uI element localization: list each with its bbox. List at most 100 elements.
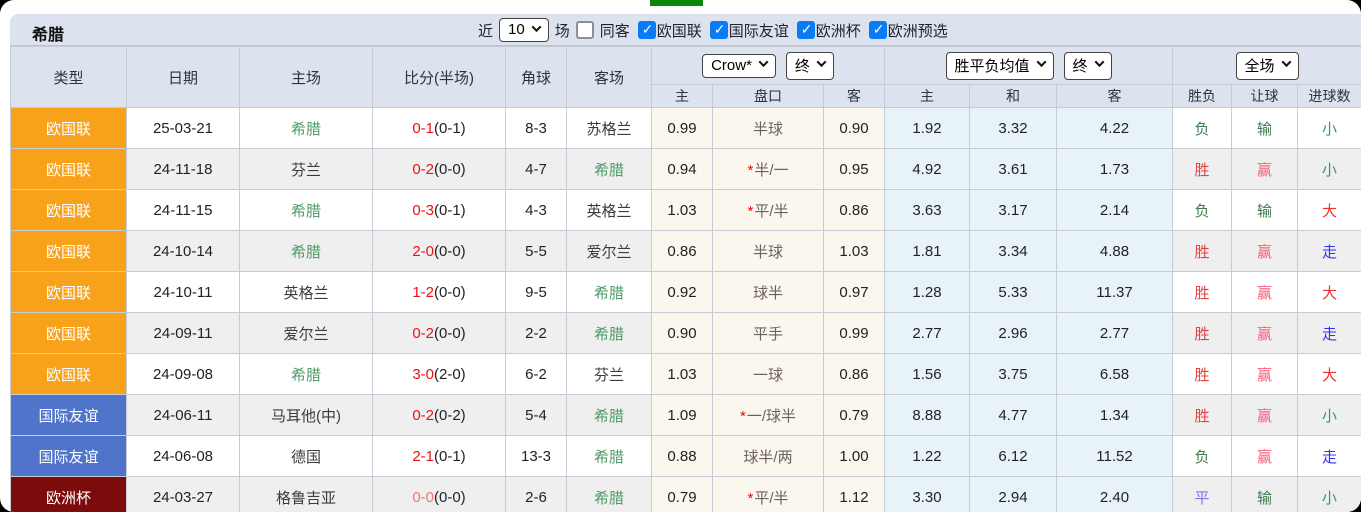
filter-checkbox-euro[interactable] <box>797 21 815 39</box>
avg-home-odds: 1.81 <box>885 231 970 272</box>
chevron-down-icon <box>816 57 826 67</box>
away-team: 希腊 <box>567 477 652 512</box>
corners-cell: 4-3 <box>506 190 567 231</box>
avg-draw-odds: 3.61 <box>970 149 1057 190</box>
subcol-handicap-home: 主 <box>652 85 713 108</box>
handicap-result-cell: 赢 <box>1232 354 1298 395</box>
result-cell: 平 <box>1173 477 1232 512</box>
same-opponent-label: 同客 <box>600 20 630 41</box>
handicap-line: *平/半 <box>713 190 824 231</box>
handicap-away-odds: 0.79 <box>824 395 885 436</box>
handicap-away-odds: 0.97 <box>824 272 885 313</box>
app-window: 希腊 近 10 场 同客 欧国联 国际友谊 欧洲杯 欧洲预选 <box>0 0 1361 512</box>
odds-time-select-1[interactable]: 终 <box>786 52 834 80</box>
home-team: 格鲁吉亚 <box>240 477 373 512</box>
same-opponent-checkbox[interactable] <box>576 21 594 39</box>
away-team: 希腊 <box>567 395 652 436</box>
goals-result-cell: 大 <box>1298 190 1361 231</box>
toolbar-controls: 近 10 场 同客 欧国联 国际友谊 欧洲杯 欧洲预选 <box>478 16 948 44</box>
goals-result-cell: 走 <box>1298 436 1361 477</box>
handicap-away-odds: 1.12 <box>824 477 885 512</box>
period-select[interactable]: 全场 <box>1236 52 1299 80</box>
league-badge: 欧国联 <box>11 149 127 190</box>
away-team: 希腊 <box>567 149 652 190</box>
away-team: 英格兰 <box>567 190 652 231</box>
match-date: 24-09-11 <box>127 313 240 354</box>
avg-draw-odds: 6.12 <box>970 436 1057 477</box>
league-badge: 国际友谊 <box>11 395 127 436</box>
corners-cell: 5-4 <box>506 395 567 436</box>
handicap-line: 一球 <box>713 354 824 395</box>
bookmaker-select[interactable]: Crow* <box>702 54 776 78</box>
handicap-home-odds: 1.03 <box>652 354 713 395</box>
filter-checkbox-friendly[interactable] <box>710 21 728 39</box>
partial-green-tab[interactable] <box>650 0 703 6</box>
avg-draw-odds: 2.94 <box>970 477 1057 512</box>
score-cell: 2-0(0-0) <box>373 231 506 272</box>
table-row: 国际友谊 24-06-08 德国 2-1(0-1) 13-3 希腊 0.88 球… <box>11 436 1361 477</box>
match-date: 24-06-11 <box>127 395 240 436</box>
recent-count-select[interactable]: 10 <box>499 18 549 42</box>
avg-draw-odds: 5.33 <box>970 272 1057 313</box>
avg-home-odds: 4.92 <box>885 149 970 190</box>
handicap-line: *平/半 <box>713 477 824 512</box>
chevron-down-icon <box>531 22 541 32</box>
result-cell: 胜 <box>1173 313 1232 354</box>
home-team: 芬兰 <box>240 149 373 190</box>
handicap-line: 球半/两 <box>713 436 824 477</box>
chevron-down-icon <box>1036 57 1046 67</box>
goals-result-cell: 大 <box>1298 272 1361 313</box>
corners-cell: 5-5 <box>506 231 567 272</box>
home-team: 马耳他(中) <box>240 395 373 436</box>
table-row: 欧国联 24-09-11 爱尔兰 0-2(0-0) 2-2 希腊 0.90 平手… <box>11 313 1361 354</box>
goals-result-cell: 大 <box>1298 354 1361 395</box>
result-cell: 负 <box>1173 436 1232 477</box>
goals-result-cell: 走 <box>1298 231 1361 272</box>
head-to-head-panel: 希腊 近 10 场 同客 欧国联 国际友谊 欧洲杯 欧洲预选 <box>0 14 1361 512</box>
corners-cell: 8-3 <box>506 108 567 149</box>
result-cell: 负 <box>1173 108 1232 149</box>
table-row: 欧国联 24-10-11 英格兰 1-2(0-0) 9-5 希腊 0.92 球半… <box>11 272 1361 313</box>
result-cell: 胜 <box>1173 272 1232 313</box>
handicap-line: *半/一 <box>713 149 824 190</box>
table-body: 欧国联 25-03-21 希腊 0-1(0-1) 8-3 苏格兰 0.99 半球… <box>11 108 1361 512</box>
table-row: 欧国联 24-11-18 芬兰 0-2(0-0) 4-7 希腊 0.94 *半/… <box>11 149 1361 190</box>
home-team: 希腊 <box>240 354 373 395</box>
corners-cell: 9-5 <box>506 272 567 313</box>
handicap-result-cell: 输 <box>1232 477 1298 512</box>
avg-draw-odds: 3.34 <box>970 231 1057 272</box>
match-date: 24-10-14 <box>127 231 240 272</box>
handicap-away-odds: 0.99 <box>824 313 885 354</box>
average-odds-select[interactable]: 胜平负均值 <box>946 52 1054 80</box>
handicap-away-odds: 1.00 <box>824 436 885 477</box>
league-badge: 欧国联 <box>11 272 127 313</box>
handicap-result-cell: 赢 <box>1232 436 1298 477</box>
goals-result-cell: 小 <box>1298 108 1361 149</box>
col-header-score: 比分(半场) <box>373 47 506 108</box>
corners-cell: 2-6 <box>506 477 567 512</box>
match-date: 25-03-21 <box>127 108 240 149</box>
avg-home-odds: 1.56 <box>885 354 970 395</box>
score-cell: 0-2(0-0) <box>373 149 506 190</box>
avg-home-odds: 8.88 <box>885 395 970 436</box>
filter-checkbox-nations-league[interactable] <box>638 21 656 39</box>
corners-cell: 13-3 <box>506 436 567 477</box>
handicap-away-odds: 0.95 <box>824 149 885 190</box>
avg-draw-odds: 3.17 <box>970 190 1057 231</box>
filter-checkbox-euro-qual[interactable] <box>869 21 887 39</box>
avg-draw-odds: 4.77 <box>970 395 1057 436</box>
odds-time-select-2[interactable]: 终 <box>1064 52 1112 80</box>
score-cell: 2-1(0-1) <box>373 436 506 477</box>
goals-result-cell: 小 <box>1298 477 1361 512</box>
filter-label: 国际友谊 <box>729 20 789 41</box>
table-row: 欧国联 24-11-15 希腊 0-3(0-1) 4-3 英格兰 1.03 *平… <box>11 190 1361 231</box>
away-team: 苏格兰 <box>567 108 652 149</box>
league-badge: 欧国联 <box>11 354 127 395</box>
result-cell: 胜 <box>1173 149 1232 190</box>
score-cell: 0-1(0-1) <box>373 108 506 149</box>
table-row: 欧洲杯 24-03-27 格鲁吉亚 0-0(0-0) 2-6 希腊 0.79 *… <box>11 477 1361 512</box>
recent-label: 近 <box>478 20 493 41</box>
avg-away-odds: 4.22 <box>1057 108 1173 149</box>
league-badge: 欧国联 <box>11 190 127 231</box>
matches-table: 类型 日期 主场 比分(半场) 角球 客场 Crow* 终 胜平负均值 <box>10 46 1361 512</box>
